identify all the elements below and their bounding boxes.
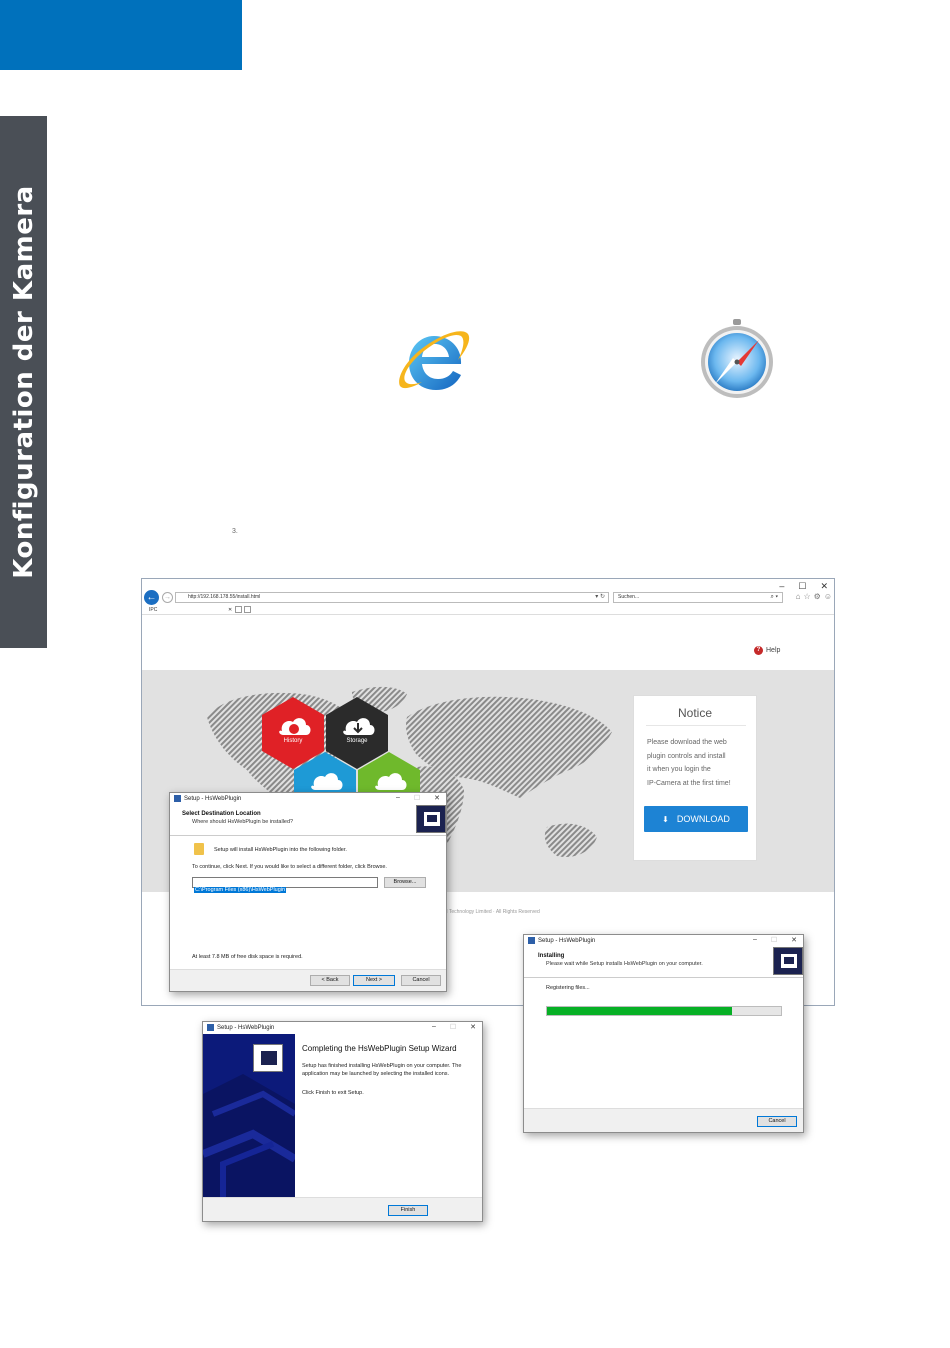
dialog-heading: Installing — [538, 953, 565, 959]
setup-app-icon — [528, 937, 535, 944]
tab-close-icon[interactable]: ✕ — [228, 605, 232, 615]
destination-path-value: C:\Program Files (x86)\HsWebPlugin — [194, 887, 287, 893]
dialog-title: Setup - HsWebPlugin — [174, 795, 241, 802]
header-divider — [524, 977, 803, 978]
home-icon[interactable]: ⌂ — [796, 592, 801, 601]
maximize-icon: ☐ — [449, 1024, 457, 1031]
close-icon[interactable]: ✕ — [791, 936, 797, 944]
folder-icon — [194, 843, 204, 855]
favorites-star-icon[interactable]: ☆ — [803, 592, 810, 601]
dialog-title-text: Setup - HsWebPlugin — [538, 937, 596, 944]
dialog-title-text: Setup - HsWebPlugin — [184, 795, 242, 802]
maximize-icon: ☐ — [770, 937, 778, 944]
notice-text: Please download the web plugin controls … — [647, 736, 751, 790]
browser-toolbar-icons: ⌂ ☆ ⚙ ☺ — [796, 592, 832, 601]
minimize-icon[interactable]: – — [432, 1023, 436, 1031]
dialog-window-controls: – ☐ ✕ — [396, 794, 440, 802]
dialog-footer: Finish — [203, 1197, 482, 1221]
notice-line-1: Please download the web — [647, 739, 727, 746]
setup-destination-dialog: Setup - HsWebPlugin – ☐ ✕ Select Destina… — [169, 792, 447, 992]
storage-tile-label: Storage — [346, 738, 368, 744]
dialog-title-text: Setup - HsWebPlugin — [217, 1024, 275, 1031]
browser-tab-ipc[interactable]: IPC ✕ — [146, 605, 234, 615]
address-bar[interactable]: http://192.168.178.55/install.html ▾ ↻ — [175, 592, 609, 603]
cancel-button[interactable]: Cancel — [757, 1116, 797, 1127]
browser-search-input[interactable]: Suchen... ⌕ ▾ — [613, 592, 783, 603]
wizard-side-banner — [203, 1034, 295, 1200]
setup-installing-dialog: Setup - HsWebPlugin – ☐ ✕ Installing Ple… — [523, 934, 804, 1133]
finish-button[interactable]: Finish — [388, 1205, 428, 1216]
dialog-subheading: Where should HsWebPlugin be installed? — [192, 819, 294, 825]
exit-instructions: Click Finish to exit Setup. — [302, 1090, 364, 1096]
gear-icon[interactable]: ⚙ — [814, 592, 821, 601]
setup-complete-dialog: Setup - HsWebPlugin – ☐ ✕ Completing the… — [202, 1021, 483, 1222]
back-button[interactable]: ← — [144, 590, 159, 605]
page-footer-text: nd Technology Limited · All Rights Reser… — [442, 909, 540, 915]
help-link[interactable]: ? Help — [754, 646, 780, 655]
step-number: 3. — [232, 528, 238, 535]
browser-tab-row: IPC ✕ — [142, 605, 834, 615]
browse-button[interactable]: Browse... — [384, 877, 426, 888]
dialog-footer: < Back Next > Cancel — [170, 969, 446, 991]
download-button[interactable]: ⬇ DOWNLOAD — [644, 806, 748, 832]
dialog-title: Setup - HsWebPlugin — [207, 1024, 274, 1031]
notice-line-2: plugin controls and install — [647, 752, 726, 760]
next-button[interactable]: Next > — [353, 975, 395, 986]
notice-title: Notice — [677, 706, 712, 720]
back-button[interactable]: < Back — [310, 975, 350, 986]
section-side-tab-label: Konfiguration der Kamera — [8, 185, 39, 579]
address-url: http://192.168.178.55/install.html — [188, 594, 261, 600]
dialog-title: Setup - HsWebPlugin — [528, 937, 595, 944]
dialog-window-controls: – ☐ ✕ — [753, 936, 797, 944]
notice-line-3: it when you login the — [647, 766, 711, 774]
installer-logo-icon — [773, 947, 803, 975]
install-progress-bar — [546, 1006, 782, 1016]
notice-panel: Notice Please download the web plugin co… — [633, 695, 757, 861]
dialog-window-controls: – ☐ ✕ — [432, 1023, 476, 1031]
installer-logo-icon — [253, 1044, 283, 1072]
disk-space-text: At least 7.8 MB of free disk space is re… — [192, 954, 303, 960]
install-folder-text: Setup will install HsWebPlugin into the … — [214, 847, 347, 853]
dialog-heading: Completing the HsWebPlugin Setup Wizard — [302, 1044, 457, 1053]
internet-explorer-icon — [399, 331, 470, 390]
install-status-text: Registering files... — [546, 985, 590, 991]
notice-line-4: IP-Camera at the first time! — [647, 779, 731, 787]
smiley-icon[interactable]: ☺ — [824, 592, 832, 601]
brand-header-bar — [0, 0, 242, 70]
browser-nav-row: ← → http://192.168.178.55/install.html ▾… — [142, 590, 834, 605]
help-icon: ? — [754, 646, 763, 655]
ie-tab-icon[interactable] — [244, 606, 251, 613]
section-side-tab: Konfiguration der Kamera — [0, 116, 47, 648]
history-tile-label: History — [283, 738, 303, 744]
refresh-icon[interactable]: ▾ ↻ — [595, 593, 605, 602]
safari-compass-icon — [701, 319, 773, 398]
new-tab-icons[interactable] — [235, 606, 251, 613]
installer-logo-icon — [416, 805, 446, 833]
header-divider — [170, 835, 446, 836]
install-progress-fill — [547, 1007, 732, 1015]
minimize-icon[interactable]: – — [753, 936, 757, 944]
dialog-footer: Cancel — [524, 1108, 803, 1132]
tab-label: IPC — [149, 607, 158, 613]
cancel-button[interactable]: Cancel — [401, 975, 441, 986]
help-label: Help — [766, 647, 781, 654]
notice-divider — [646, 725, 746, 726]
search-icon[interactable]: ⌕ ▾ — [770, 593, 778, 602]
close-icon[interactable]: ✕ — [470, 1023, 476, 1031]
continue-instructions: To continue, click Next. If you would li… — [192, 864, 387, 870]
close-icon[interactable]: ✕ — [434, 794, 440, 802]
setup-app-icon — [207, 1024, 214, 1031]
maximize-icon: ☐ — [413, 795, 421, 802]
download-arrow-icon: ⬇ — [662, 815, 669, 824]
dialog-subheading: Please wait while Setup installs HsWebPl… — [546, 961, 703, 967]
minimize-icon[interactable]: – — [396, 794, 400, 802]
dialog-heading: Select Destination Location — [182, 811, 261, 817]
setup-app-icon — [174, 795, 181, 802]
destination-path-input[interactable]: C:\Program Files (x86)\HsWebPlugin — [192, 877, 378, 893]
new-tab-icon[interactable] — [235, 606, 242, 613]
forward-button[interactable]: → — [162, 592, 173, 603]
complete-body-text: Setup has finished installing HsWebPlugi… — [302, 1063, 462, 1077]
search-placeholder: Suchen... — [618, 594, 640, 600]
download-button-label: DOWNLOAD — [676, 814, 730, 824]
